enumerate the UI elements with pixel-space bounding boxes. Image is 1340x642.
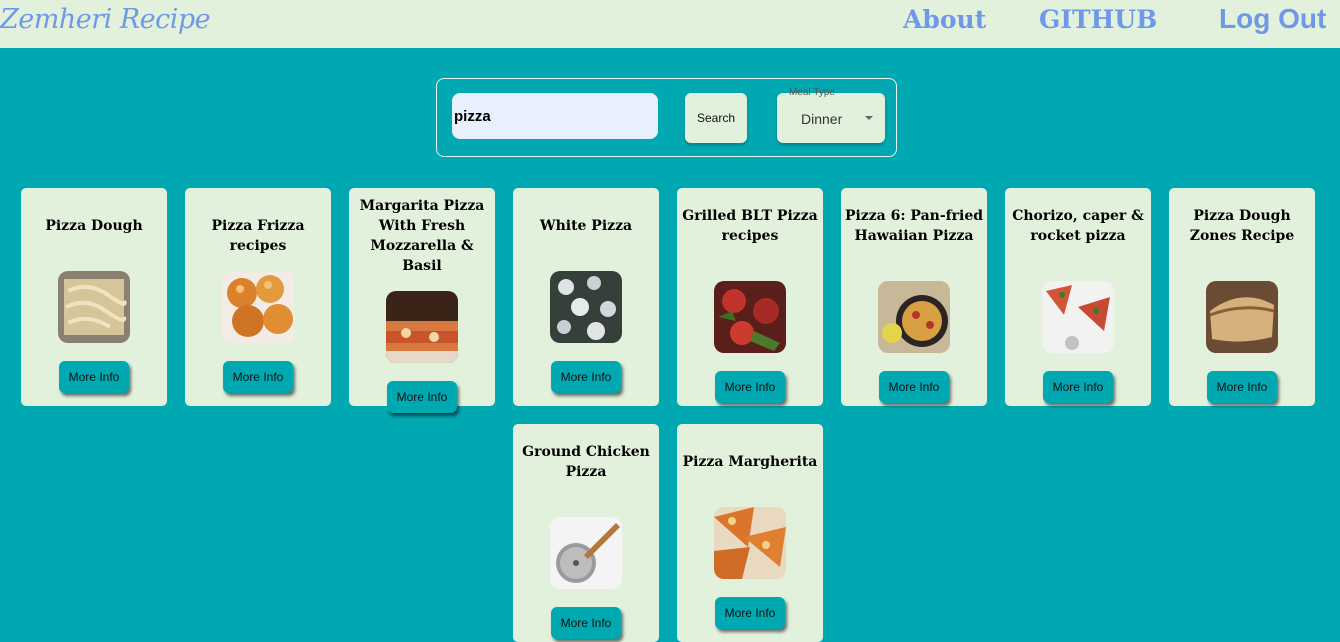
recipe-card: Pizza Dough More Info bbox=[21, 188, 167, 406]
recipe-card: Pizza Dough Zones Recipe More Info bbox=[1169, 188, 1315, 406]
white-pizza-photo bbox=[550, 271, 622, 343]
margarita-pizza-photo bbox=[386, 291, 458, 363]
recipe-card: Pizza Frizza recipes More Info bbox=[185, 188, 331, 406]
more-info-button[interactable]: More Info bbox=[551, 361, 621, 393]
meal-type-label: Meal Type bbox=[789, 87, 835, 98]
more-info-button[interactable]: More Info bbox=[879, 371, 949, 403]
brand-logo[interactable]: Zemheri Recipe bbox=[0, 4, 211, 35]
recipe-title: Ground Chicken Pizza bbox=[522, 444, 650, 480]
recipe-title: Margarita Pizza With Fresh Mozzarella & … bbox=[359, 198, 485, 274]
search-form: Search Meal Type Dinner bbox=[436, 78, 897, 157]
pan-pizza-photo bbox=[878, 281, 950, 353]
recipe-title: Pizza Dough bbox=[45, 218, 143, 234]
folded-dough-photo bbox=[1206, 281, 1278, 353]
nav-github-link[interactable]: GITHUB bbox=[1039, 5, 1157, 34]
search-input[interactable] bbox=[452, 93, 658, 139]
recipe-title: Chorizo, caper & rocket pizza bbox=[1012, 208, 1144, 244]
chorizo-pizza-photo bbox=[1042, 281, 1114, 353]
recipe-card: White Pizza More Info bbox=[513, 188, 659, 406]
chevron-down-icon bbox=[865, 116, 873, 120]
recipe-card: Pizza 6: Pan-fried Hawaiian Pizza More I… bbox=[841, 188, 987, 406]
meal-type-value: Dinner bbox=[801, 111, 843, 127]
navbar: Zemheri Recipe About GITHUB Log Out bbox=[0, 0, 1340, 48]
more-info-button[interactable]: More Info bbox=[387, 381, 457, 413]
recipe-title: Pizza Margherita bbox=[682, 454, 818, 470]
more-info-button[interactable]: More Info bbox=[551, 607, 621, 639]
recipe-card: Ground Chicken Pizza More Info bbox=[513, 424, 659, 642]
recipe-card: Chorizo, caper & rocket pizza More Info bbox=[1005, 188, 1151, 406]
more-info-button[interactable]: More Info bbox=[59, 361, 129, 393]
margherita-slices-photo bbox=[714, 507, 786, 579]
recipe-title: Pizza Frizza recipes bbox=[211, 218, 305, 254]
search-button[interactable]: Search bbox=[685, 93, 747, 143]
more-info-button[interactable]: More Info bbox=[715, 371, 785, 403]
recipe-title: Pizza 6: Pan-fried Hawaiian Pizza bbox=[844, 208, 984, 244]
recipe-title: White Pizza bbox=[539, 218, 633, 234]
more-info-button[interactable]: More Info bbox=[1043, 371, 1113, 403]
meal-type-select[interactable]: Meal Type Dinner bbox=[777, 87, 885, 143]
nav-logout-link[interactable]: Log Out bbox=[1219, 3, 1326, 35]
nav-about-link[interactable]: About bbox=[903, 5, 986, 34]
recipe-title: Pizza Dough Zones Recipe bbox=[1189, 208, 1295, 244]
recipe-card: Margarita Pizza With Fresh Mozzarella & … bbox=[349, 188, 495, 413]
recipe-card: Grilled BLT Pizza recipes More Info bbox=[677, 188, 823, 406]
more-info-button[interactable]: More Info bbox=[715, 597, 785, 629]
pizza-dough-photo bbox=[58, 271, 130, 343]
recipe-title: Grilled BLT Pizza recipes bbox=[682, 208, 818, 244]
recipe-card: Pizza Margherita More Info bbox=[677, 424, 823, 642]
pizza-cutter-photo bbox=[550, 517, 622, 589]
fried-dough-balls-photo bbox=[222, 271, 294, 343]
more-info-button[interactable]: More Info bbox=[223, 361, 293, 393]
blt-pizza-photo bbox=[714, 281, 786, 353]
more-info-button[interactable]: More Info bbox=[1207, 371, 1277, 403]
